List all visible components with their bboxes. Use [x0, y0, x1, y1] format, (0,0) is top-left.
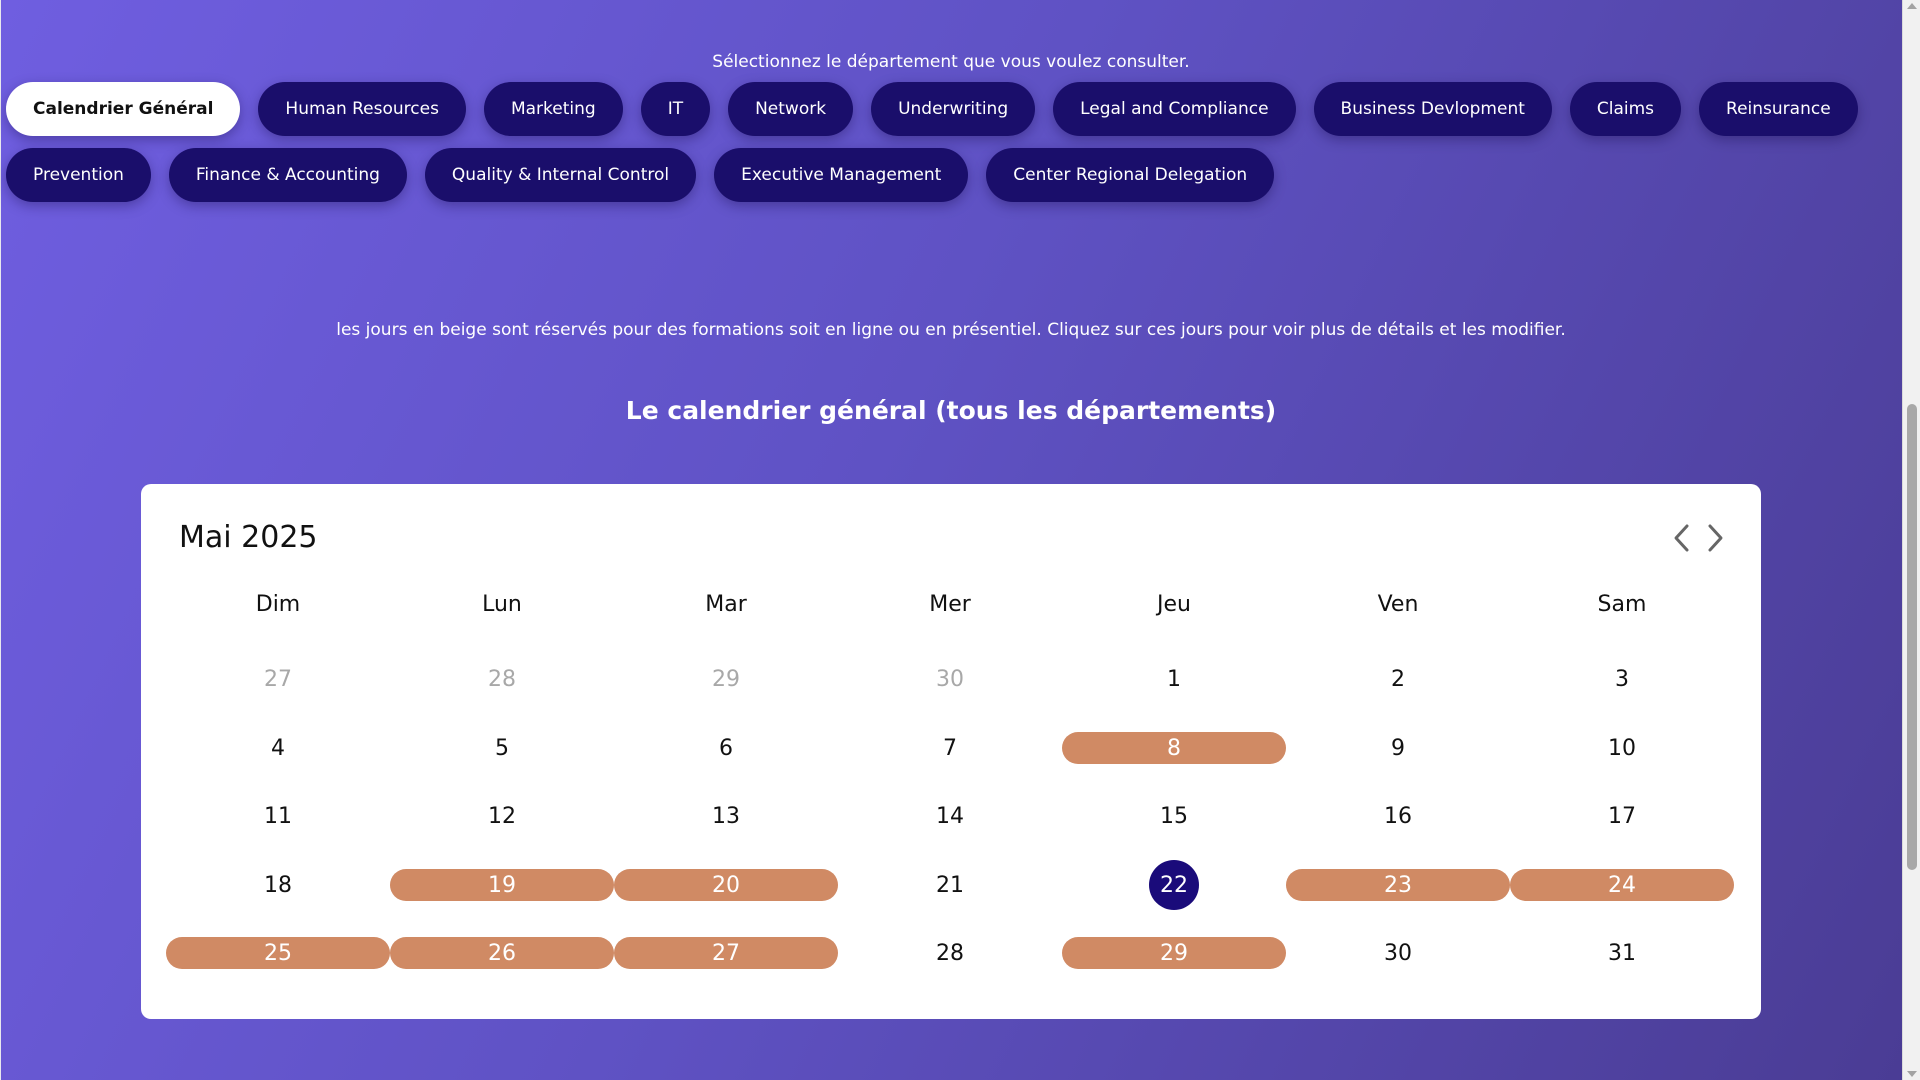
calendar-day: 17 [1608, 803, 1636, 829]
calendar-day: 12 [488, 803, 516, 829]
chevron-left-icon [1674, 524, 1689, 552]
department-row-2: Prevention Finance & Accounting Quality & … [6, 148, 1275, 202]
weekday-header: Dim [255, 591, 301, 617]
main-content: Sélectionnez le département que vous vou… [0, 0, 1902, 1080]
calendar-day: 16 [1384, 803, 1412, 829]
booked-day[interactable]: 24 [1510, 869, 1734, 901]
dept-button-quality-internal-control[interactable]: Quality & Internal Control [424, 148, 697, 202]
calendar-day: 9 [1391, 735, 1405, 761]
dept-button-reinsurance[interactable]: Reinsurance [1699, 82, 1858, 136]
calendar-day: 4 [271, 735, 285, 761]
calendar-day: 2 [1391, 666, 1405, 692]
calendar-day: 15 [1160, 803, 1188, 829]
dept-button-human-resources[interactable]: Human Resources [258, 82, 466, 136]
calendar-heading: Le calendrier général (tous les départem… [625, 396, 1277, 425]
department-row-1: Calendrier Général Human Resources Marketi… [6, 82, 1858, 136]
booked-day[interactable]: 23 [1286, 869, 1510, 901]
booked-day[interactable]: 25 [166, 937, 390, 969]
calendar-day: 3 [1615, 666, 1629, 692]
booked-day[interactable]: 29 [1062, 937, 1286, 969]
dept-button-legal-and-compliance[interactable]: Legal and Compliance [1053, 82, 1296, 136]
department-prompt: Sélectionnez le département que vous vou… [712, 52, 1190, 72]
dept-button-claims[interactable]: Claims [1569, 82, 1682, 136]
booked-day[interactable]: 8 [1062, 732, 1286, 764]
calendar-day: 27 [264, 666, 292, 692]
scroll-up-icon[interactable] [1907, 3, 1917, 9]
scroll-thumb[interactable] [1907, 404, 1917, 870]
weekday-header: Sam [1597, 591, 1647, 617]
dept-button-executive-management[interactable]: Executive Management [714, 148, 969, 202]
scroll-down-icon[interactable] [1907, 1071, 1917, 1077]
today-day: 22 [1062, 860, 1286, 910]
calendar-day: 31 [1608, 940, 1636, 966]
month-title: Mai 2025 [179, 520, 318, 555]
calendar-day: 28 [488, 666, 516, 692]
dept-button-marketing[interactable]: Marketing [483, 82, 623, 136]
calendar-day: 13 [712, 803, 740, 829]
booked-day[interactable]: 26 [390, 937, 614, 969]
weekday-header: Mar [705, 591, 747, 617]
calendar-day: 28 [936, 940, 964, 966]
scrollbar[interactable] [1902, 0, 1920, 1080]
prev-month-button[interactable] [1666, 520, 1696, 556]
calendar-day: 30 [1384, 940, 1412, 966]
booked-day[interactable]: 19 [390, 869, 614, 901]
calendar-day: 29 [712, 666, 740, 692]
dept-button-it[interactable]: IT [640, 82, 711, 136]
calendar-card: Mai 2025 Dim Lun Mar Mer Jeu Ven Sam 27 28 29 30 1 2… [141, 484, 1761, 1019]
dept-button-finance-accounting[interactable]: Finance & Accounting [168, 148, 407, 202]
dept-button-business-devlopment[interactable]: Business Devlopment [1313, 82, 1552, 136]
calendar-day: 5 [495, 735, 509, 761]
calendar-day: 11 [264, 803, 292, 829]
dept-button-center-regional-delegation[interactable]: Center Regional Delegation [986, 148, 1275, 202]
calendar-day: 30 [936, 666, 964, 692]
dept-button-calendrier-g-n-ral[interactable]: Calendrier Général [6, 82, 241, 136]
calendar-day: 7 [943, 735, 957, 761]
calendar-day: 10 [1608, 735, 1636, 761]
calendar-day: 18 [264, 872, 292, 898]
calendar-day: 21 [936, 872, 964, 898]
calendar-day: 1 [1167, 666, 1181, 692]
next-month-button[interactable] [1701, 520, 1731, 556]
booked-day[interactable]: 20 [614, 869, 838, 901]
weekday-header: Ven [1377, 591, 1419, 617]
weekday-header: Lun [482, 591, 522, 617]
chevron-right-icon [1708, 524, 1723, 552]
dept-button-prevention[interactable]: Prevention [6, 148, 151, 202]
info-text: les jours en beige sont réservés pour de… [336, 320, 1566, 340]
calendar-day: 6 [719, 735, 733, 761]
weekday-header: Mer [929, 591, 971, 617]
today-marker: 22 [1149, 860, 1199, 910]
weekday-header: Jeu [1157, 591, 1191, 617]
calendar-day: 14 [936, 803, 964, 829]
dept-button-network[interactable]: Network [728, 82, 854, 136]
booked-day[interactable]: 27 [614, 937, 838, 969]
dept-button-underwriting[interactable]: Underwriting [871, 82, 1036, 136]
